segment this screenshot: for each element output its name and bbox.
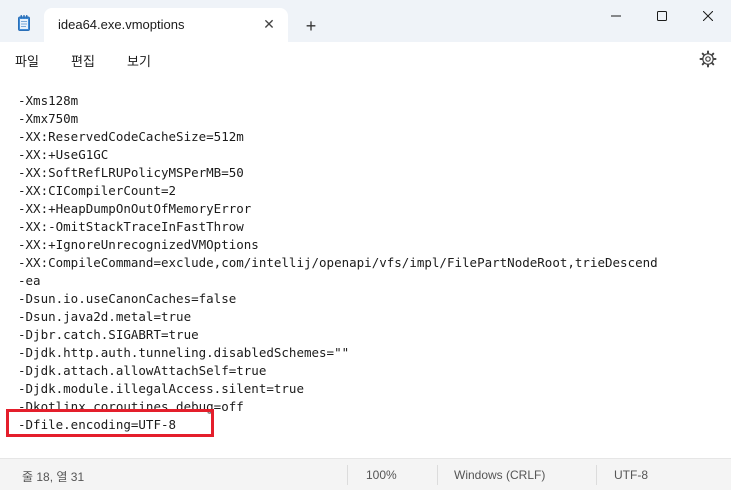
minimize-button[interactable] xyxy=(593,0,639,32)
menu-file[interactable]: 파일 xyxy=(15,51,39,70)
editor-line: -Djdk.http.auth.tunneling.disabledScheme… xyxy=(18,345,350,360)
editor-line: -Djdk.module.illegalAccess.silent=true xyxy=(18,381,304,396)
title-bar: idea64.exe.vmoptions ✕ + xyxy=(0,0,731,42)
editor-line: -Dsun.io.useCanonCaches=false xyxy=(18,291,237,306)
status-bar: 줄 18, 열 31 100% Windows (CRLF) UTF-8 xyxy=(0,458,731,490)
editor-line: -XX:CompileCommand=exclude,com/intellij/… xyxy=(18,255,658,270)
editor-line: -XX:SoftRefLRUPolicyMSPerMB=50 xyxy=(18,165,244,180)
editor-line: -XX:CICompilerCount=2 xyxy=(18,183,177,198)
line-ending: Windows (CRLF) xyxy=(454,468,546,482)
status-divider xyxy=(596,465,597,485)
new-tab-button[interactable]: + xyxy=(298,14,324,38)
editor-line: -ea xyxy=(18,273,41,288)
editor-line: -XX:ReservedCodeCacheSize=512m xyxy=(18,129,244,144)
gear-icon[interactable] xyxy=(699,50,717,68)
editor-line: -XX:-OmitStackTraceInFastThrow xyxy=(18,219,244,234)
editor-line: -Dsun.java2d.metal=true xyxy=(18,309,192,324)
encoding: UTF-8 xyxy=(614,468,648,482)
editor-line: -Xmx750m xyxy=(18,111,79,126)
menu-view[interactable]: 보기 xyxy=(127,51,151,70)
editor-line: -XX:+IgnoreUnrecognizedVMOptions xyxy=(18,237,259,252)
highlight-box xyxy=(6,409,214,437)
zoom-level: 100% xyxy=(366,468,397,482)
document-tab[interactable]: idea64.exe.vmoptions ✕ xyxy=(44,8,288,42)
editor-line: -Xms128m xyxy=(18,93,79,108)
editor-line: -XX:+HeapDumpOnOutOfMemoryError xyxy=(18,201,252,216)
status-divider xyxy=(437,465,438,485)
editor-line: -XX:+UseG1GC xyxy=(18,147,109,162)
notepad-icon xyxy=(18,15,30,31)
menu-bar: 파일 편집 보기 xyxy=(0,42,731,78)
menu-edit[interactable]: 편집 xyxy=(71,51,95,70)
cursor-position: 줄 18, 열 31 xyxy=(22,470,85,484)
text-editor[interactable]: -Xms128m -Xmx750m -XX:ReservedCodeCacheS… xyxy=(0,78,731,458)
editor-line: -Djdk.attach.allowAttachSelf=true xyxy=(18,363,267,378)
editor-line: -Djbr.catch.SIGABRT=true xyxy=(18,327,199,342)
tab-title: idea64.exe.vmoptions xyxy=(58,17,185,32)
maximize-button[interactable] xyxy=(639,0,685,32)
tab-close-icon[interactable]: ✕ xyxy=(260,15,278,33)
close-window-button[interactable] xyxy=(685,0,731,32)
status-divider xyxy=(347,465,348,485)
close-icon xyxy=(703,11,713,21)
maximize-icon xyxy=(657,11,667,21)
minimize-icon xyxy=(611,15,621,17)
